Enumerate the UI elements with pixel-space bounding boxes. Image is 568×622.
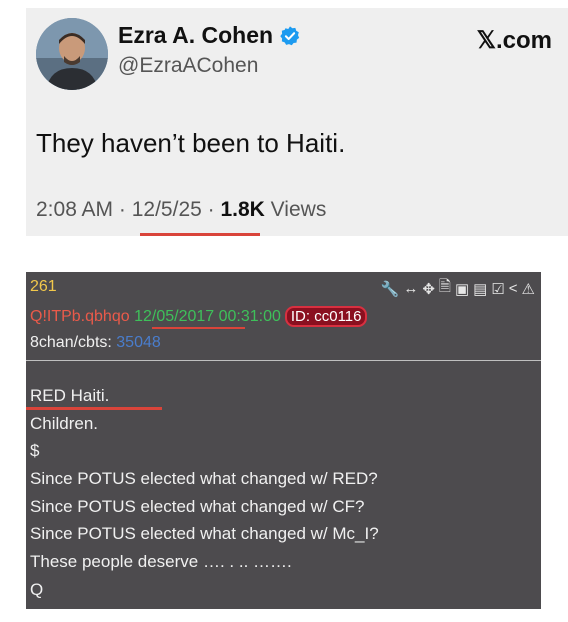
meta-separator: · (201, 198, 221, 221)
chan-post: 261 🔧 ↔ ✥ 🗎 ▣ ▤ ☑ < ⚠ Q!ITPb.qbhqo 12/05… (26, 272, 541, 609)
post-toolbar: 🔧 ↔ ✥ 🗎 ▣ ▤ ☑ < ⚠ (381, 276, 535, 301)
views-count: 1.8K (220, 198, 265, 221)
date-highlight-underline (152, 327, 245, 329)
warning-icon[interactable]: ⚠ (522, 280, 535, 298)
meta-separator: · (113, 198, 132, 221)
tweet-meta: 2:08 AM · 12/5/25 · 1.8K Views (36, 198, 326, 222)
post-number[interactable]: 261 (30, 278, 57, 296)
tweet-text: They haven’t been to Haiti. (36, 128, 346, 158)
post-body-line: Since POTUS elected what changed w/ CF? (30, 496, 365, 516)
post-body-line: These people deserve …. . .. ……. (30, 552, 292, 572)
post-body-line: Since POTUS elected what changed w/ RED? (30, 469, 378, 489)
share-icon[interactable]: < (509, 280, 518, 297)
document-icon[interactable]: 🗎 (439, 276, 451, 301)
glasses-icon[interactable]: ▣ (455, 280, 469, 298)
tweet-card: Ezra A. Cohen @EzraACohen 𝕏.com They hav… (26, 8, 568, 236)
post-body-line: RED Haiti. (30, 386, 110, 405)
red-haiti-highlight-underline (26, 407, 162, 410)
post-divider (26, 360, 541, 361)
tripcode-name: Q!ITPb.qbhqo (30, 307, 130, 325)
post-header: Q!ITPb.qbhqo 12/05/2017 00:31:00 ID: cc01… (30, 306, 368, 327)
author-name-row: Ezra A. Cohen (118, 22, 301, 49)
clipboard-check-icon[interactable]: ☑ (491, 280, 504, 298)
avatar-image (36, 18, 108, 90)
user-handle[interactable]: @EzraACohen (118, 54, 258, 78)
avatar[interactable] (36, 18, 108, 90)
x-logo-site: 𝕏.com (476, 27, 552, 54)
post-body-line: Q (30, 579, 44, 599)
post-body-line: $ (30, 441, 40, 461)
poster-id-badge[interactable]: ID: cc0116 (284, 306, 368, 327)
board-post-link[interactable]: 35048 (116, 334, 161, 351)
views-label: Views (264, 198, 327, 221)
display-name[interactable]: Ezra A. Cohen (118, 22, 273, 49)
post-body-line: Since POTUS elected what changed w/ Mc_I… (30, 524, 379, 544)
post-body: RED Haiti. Children. $ Since POTUS elect… (30, 382, 379, 604)
date-highlight-underline (140, 233, 260, 236)
wrench-icon[interactable]: 🔧 (381, 280, 400, 298)
clipboard-icon[interactable]: ▤ (473, 280, 487, 298)
verified-badge-icon (280, 25, 300, 45)
tweet-time: 2:08 AM (36, 198, 114, 221)
board-reference: 8chan/cbts: 35048 (30, 334, 161, 352)
tweet-date[interactable]: 12/5/25 (132, 198, 202, 222)
move-icon[interactable]: ✥ (422, 280, 435, 298)
arrows-h-icon[interactable]: ↔ (403, 280, 418, 297)
board-label: 8chan/cbts: (30, 334, 117, 351)
post-datetime: 12/05/2017 00:31:00 (134, 307, 281, 325)
post-body-line: Children. (30, 413, 99, 433)
